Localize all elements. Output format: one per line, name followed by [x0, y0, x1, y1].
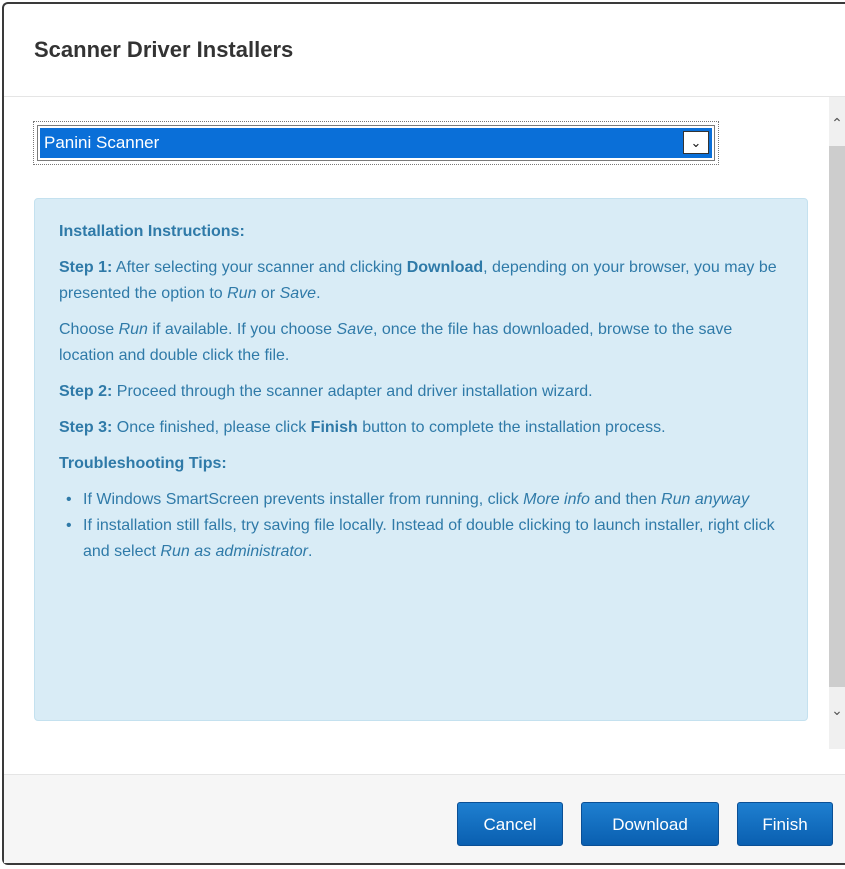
list-item: If installation still falls, try saving …	[66, 513, 783, 565]
step-2: Step 2: Proceed through the scanner adap…	[59, 383, 593, 400]
scanner-select-value: Panini Scanner	[40, 128, 712, 158]
scanner-select[interactable]: Panini Scanner ⌄	[37, 125, 715, 161]
scrollbar-thumb[interactable]	[829, 146, 845, 687]
dialog-title: Scanner Driver Installers	[34, 37, 294, 62]
troubleshooting-heading: Troubleshooting Tips:	[59, 455, 227, 472]
troubleshooting-list: If Windows SmartScreen prevents installe…	[59, 487, 783, 565]
step-1-label: Step 1:	[59, 259, 113, 276]
dialog-body: Panini Scanner ⌄ Installation Instructio…	[4, 97, 845, 749]
step-1: Step 1: After selecting your scanner and…	[59, 259, 777, 302]
step-2-label: Step 2:	[59, 383, 113, 400]
choose-run-note: Choose Run if available. If you choose S…	[59, 321, 733, 364]
list-item: If Windows SmartScreen prevents installe…	[66, 487, 783, 513]
step-3: Step 3: Once finished, please click Fini…	[59, 419, 666, 436]
scanner-driver-dialog: Scanner Driver Installers Panini Scanner…	[2, 2, 845, 865]
chevron-down-icon[interactable]: ⌄	[683, 131, 709, 154]
vertical-scrollbar[interactable]: ⌃ ⌄	[829, 97, 845, 749]
cancel-button[interactable]: Cancel	[457, 802, 563, 846]
scroll-up-icon[interactable]: ⌃	[829, 97, 845, 135]
installation-instructions-panel: Installation Instructions: Step 1: After…	[34, 198, 808, 721]
instructions-heading: Installation Instructions:	[59, 223, 245, 240]
scanner-select-focus-ring: Panini Scanner ⌄	[33, 121, 719, 165]
finish-button[interactable]: Finish	[737, 802, 833, 846]
dialog-header: Scanner Driver Installers	[4, 4, 845, 97]
download-button[interactable]: Download	[581, 802, 719, 846]
step-3-label: Step 3:	[59, 419, 113, 436]
dialog-footer: Cancel Download Finish	[4, 774, 845, 863]
scroll-down-icon[interactable]: ⌄	[829, 695, 845, 725]
